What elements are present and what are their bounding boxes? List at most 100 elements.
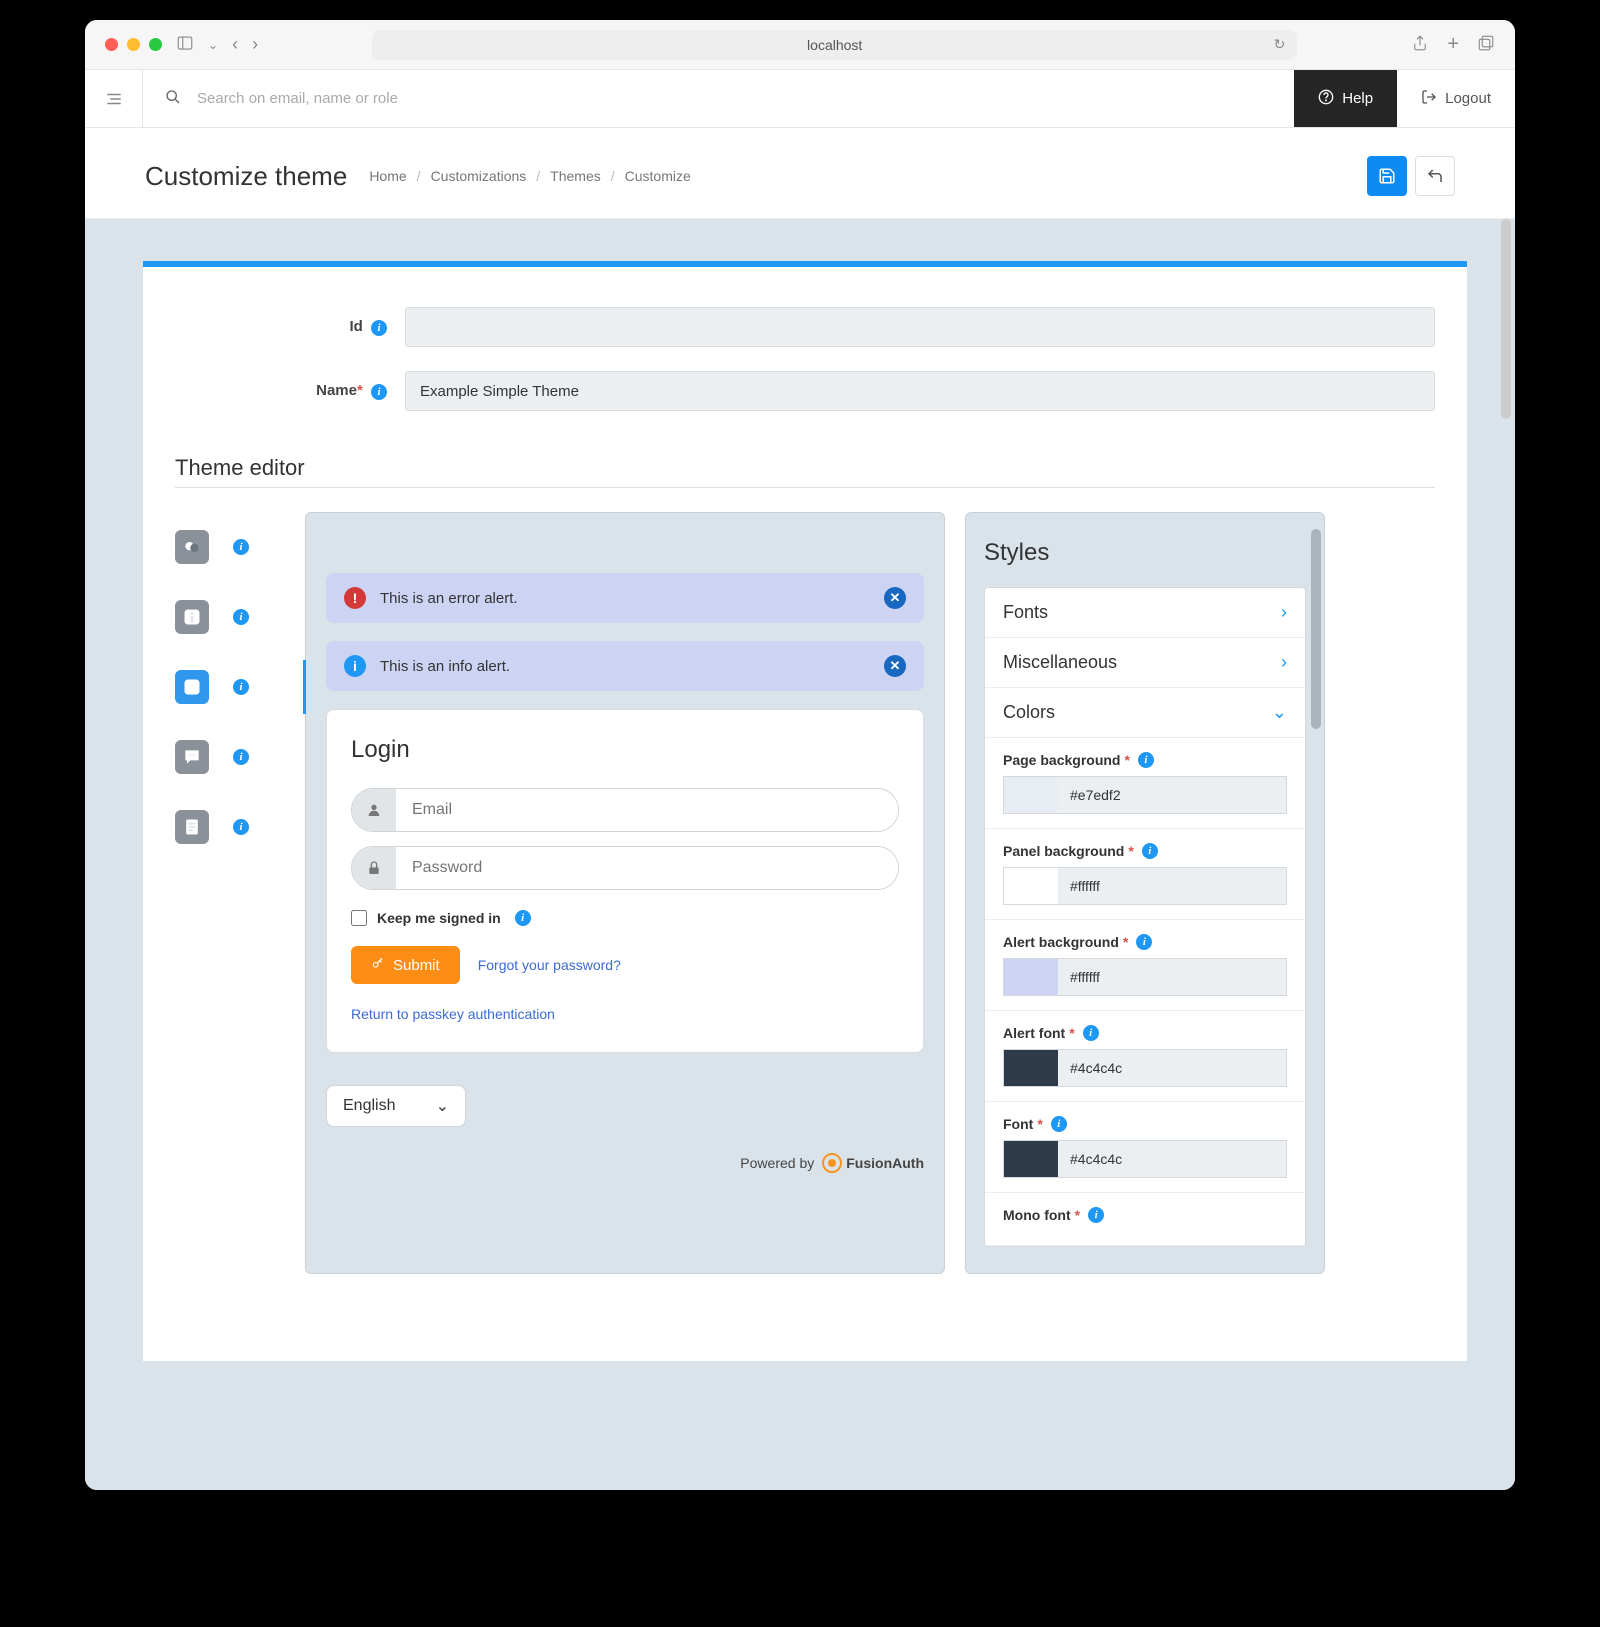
forgot-password-link[interactable]: Forgot your password?: [478, 957, 621, 973]
color-value-input[interactable]: #ffffff: [1058, 959, 1286, 995]
save-button[interactable]: [1367, 156, 1407, 196]
accordion-colors[interactable]: Colors ⌄: [985, 688, 1305, 738]
info-icon[interactable]: i: [1138, 752, 1154, 768]
tabs-icon[interactable]: [1477, 34, 1495, 55]
color-value-input[interactable]: #4c4c4c: [1058, 1141, 1286, 1177]
back-icon[interactable]: ‹: [232, 34, 238, 55]
error-text: This is an error alert.: [380, 590, 518, 607]
logout-icon: [1421, 89, 1437, 109]
sidebar-collapse-button[interactable]: [85, 70, 143, 127]
help-button[interactable]: Help: [1294, 70, 1397, 127]
search-icon: [165, 89, 181, 108]
new-tab-icon[interactable]: +: [1447, 33, 1459, 56]
app-top-bar: Help Logout: [85, 70, 1515, 128]
info-icon[interactable]: i: [233, 819, 249, 835]
reload-icon[interactable]: ↻: [1274, 36, 1286, 53]
color-label: Alert font * i: [1003, 1025, 1287, 1041]
color-value-input[interactable]: #ffffff: [1058, 868, 1286, 904]
forward-icon[interactable]: ›: [252, 34, 258, 55]
info-icon[interactable]: i: [371, 384, 387, 400]
chevron-right-icon: ›: [1281, 652, 1287, 673]
login-title: Login: [351, 736, 899, 764]
color-label: Page background * i: [1003, 752, 1287, 768]
minimize-window-icon[interactable]: [127, 38, 140, 51]
color-swatch[interactable]: [1004, 1050, 1058, 1086]
color-input-row: #ffffff: [1003, 867, 1287, 905]
color-swatch[interactable]: [1004, 1141, 1058, 1177]
color-input-row: #e7edf2: [1003, 776, 1287, 814]
info-icon[interactable]: i: [233, 539, 249, 555]
sidebar-tab-messages[interactable]: i: [175, 736, 305, 778]
language-select[interactable]: English ⌄: [326, 1085, 466, 1127]
address-bar[interactable]: localhost ↻: [372, 30, 1297, 60]
color-value-input[interactable]: #e7edf2: [1058, 777, 1286, 813]
info-icon[interactable]: i: [515, 910, 531, 926]
color-swatch[interactable]: [1004, 777, 1058, 813]
color-value-input[interactable]: #4c4c4c: [1058, 1050, 1286, 1086]
sidebar-toggle-icon[interactable]: [176, 34, 194, 55]
close-icon[interactable]: ✕: [884, 655, 906, 677]
share-icon[interactable]: [1411, 34, 1429, 55]
close-window-icon[interactable]: [105, 38, 118, 51]
breadcrumb-item[interactable]: Themes: [550, 168, 601, 184]
id-label: Id i: [175, 318, 405, 336]
passkey-link[interactable]: Return to passkey authentication: [351, 1006, 899, 1022]
info-icon[interactable]: i: [1051, 1116, 1067, 1132]
breadcrumb-item[interactable]: Customizations: [431, 168, 527, 184]
info-icon[interactable]: i: [233, 749, 249, 765]
keep-signed-checkbox[interactable]: [351, 910, 367, 926]
chevron-down-icon: ⌄: [1272, 702, 1287, 723]
name-label: Name* i: [175, 382, 405, 400]
accordion-fonts[interactable]: Fonts ›: [985, 588, 1305, 638]
submit-button[interactable]: Submit: [351, 946, 460, 984]
styles-card: Fonts › Miscellaneous › Colors ⌄ Page ba…: [984, 587, 1306, 1247]
logout-label: Logout: [1445, 90, 1491, 107]
browser-window: ⌄ ‹ › localhost ↻ +: [85, 20, 1515, 1490]
address-url: localhost: [807, 37, 862, 53]
color-input-row: #ffffff: [1003, 958, 1287, 996]
info-icon[interactable]: i: [1142, 843, 1158, 859]
sidebar-tab-info[interactable]: i: [175, 596, 305, 638]
sidebar-tab-pages[interactable]: i: [175, 806, 305, 848]
color-label: Panel background * i: [1003, 843, 1287, 859]
password-field[interactable]: [396, 847, 898, 889]
back-button[interactable]: [1415, 156, 1455, 196]
fusionauth-mark-icon: [822, 1153, 842, 1173]
email-field[interactable]: [396, 789, 898, 831]
color-item: Page background * i #e7edf2: [985, 738, 1305, 829]
chat-icon: [175, 740, 209, 774]
sidebar-tab-brand[interactable]: i: [175, 526, 305, 568]
info-icon[interactable]: i: [233, 679, 249, 695]
info-text: This is an info alert.: [380, 658, 510, 675]
error-icon: !: [344, 587, 366, 609]
breadcrumb: Home / Customizations / Themes / Customi…: [369, 168, 690, 184]
search-input[interactable]: [197, 90, 1272, 107]
accordion-misc[interactable]: Miscellaneous ›: [985, 638, 1305, 688]
keep-signed-row: Keep me signed in i: [351, 910, 899, 926]
scrollbar[interactable]: [1501, 219, 1511, 419]
chevron-down-icon[interactable]: ⌄: [208, 38, 218, 52]
user-icon: [352, 789, 396, 831]
lock-icon: [352, 847, 396, 889]
scrollbar[interactable]: [1311, 529, 1321, 729]
info-icon[interactable]: i: [233, 609, 249, 625]
name-input[interactable]: [405, 371, 1435, 411]
info-icon[interactable]: i: [371, 320, 387, 336]
color-item: Panel background * i #ffffff: [985, 829, 1305, 920]
breadcrumb-item[interactable]: Home: [369, 168, 406, 184]
info-icon[interactable]: i: [1136, 934, 1152, 950]
maximize-window-icon[interactable]: [149, 38, 162, 51]
titlebar: ⌄ ‹ › localhost ↻ +: [85, 20, 1515, 70]
form-row-name: Name* i: [175, 371, 1435, 411]
breadcrumb-item[interactable]: Customize: [625, 168, 691, 184]
info-icon[interactable]: i: [1088, 1207, 1104, 1223]
info-icon[interactable]: i: [1083, 1025, 1099, 1041]
id-input[interactable]: [405, 307, 1435, 347]
close-icon[interactable]: ✕: [884, 587, 906, 609]
sidebar-tab-styles[interactable]: i: [175, 666, 305, 708]
page-title: Customize theme: [145, 161, 347, 192]
color-swatch[interactable]: [1004, 959, 1058, 995]
email-row: [351, 788, 899, 832]
logout-button[interactable]: Logout: [1397, 70, 1515, 127]
color-swatch[interactable]: [1004, 868, 1058, 904]
